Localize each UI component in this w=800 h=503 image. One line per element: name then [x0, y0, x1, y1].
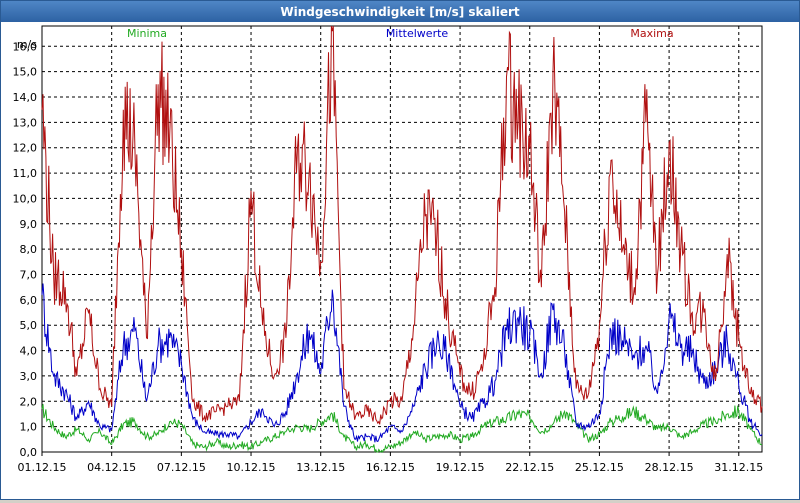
y-tick-label: 1,0: [20, 421, 38, 434]
legend-mittelwerte: Mittelwerte: [386, 27, 449, 40]
x-tick-label: 31.12.15: [714, 461, 763, 474]
y-tick-label: 5,0: [20, 319, 38, 332]
series-line-minima: [41, 403, 763, 454]
wind-speed-chart: 0,0 1,0 2,0 3,0 4,0 5,0 6,0 7,0 8,0 9,0 10,0 11,0 12…: [13, 25, 763, 474]
y-tick-label: 6,0: [20, 294, 38, 307]
x-tick-label: 10.12.15: [227, 461, 276, 474]
y-tick-label: 8,0: [20, 243, 38, 256]
y-tick-label: 14,0: [13, 91, 38, 104]
y-tick-label: 12,0: [13, 142, 38, 155]
x-tick-label: 01.12.15: [18, 461, 67, 474]
x-tick-label: 07.12.15: [157, 461, 206, 474]
window-title: Windgeschwindigkeit [m/s] skaliert: [1, 1, 799, 22]
legend-minima: Minima: [127, 27, 167, 40]
legend: Minima Mittelwerte Maxima: [127, 27, 674, 40]
y-tick-label: 2,0: [20, 395, 38, 408]
x-tick-label: 16.12.15: [366, 461, 415, 474]
x-tick-label: 13.12.15: [296, 461, 345, 474]
series-line-mittelwerte: [41, 283, 763, 443]
x-tick-label: 22.12.15: [505, 461, 554, 474]
y-tick-label: 0,0: [20, 446, 38, 459]
y-tick-label: 15,0: [13, 66, 38, 79]
y-tick-label: 7,0: [20, 269, 38, 282]
x-tick-label: 28.12.15: [645, 461, 694, 474]
chart-window: Windgeschwindigkeit [m/s] skaliert 0,0 1,…: [0, 0, 800, 500]
x-tick-label: 19.12.15: [436, 461, 485, 474]
y-axis-unit-label: m/s: [17, 38, 37, 51]
y-tick-label: 13,0: [13, 116, 38, 129]
x-tick-label: 25.12.15: [575, 461, 624, 474]
series: [41, 25, 763, 454]
y-tick-label: 10,0: [13, 192, 38, 205]
y-tick-label: 4,0: [20, 345, 38, 358]
plot-area: 0,0 1,0 2,0 3,0 4,0 5,0 6,0 7,0 8,0 9,0 10,0 11,0 12…: [1, 22, 799, 499]
y-tick-label: 11,0: [13, 167, 38, 180]
y-tick-label: 3,0: [20, 370, 38, 383]
x-tick-label: 04.12.15: [87, 461, 136, 474]
series-line-maxima: [41, 25, 763, 425]
legend-maxima: Maxima: [630, 27, 673, 40]
y-tick-label: 9,0: [20, 218, 38, 231]
